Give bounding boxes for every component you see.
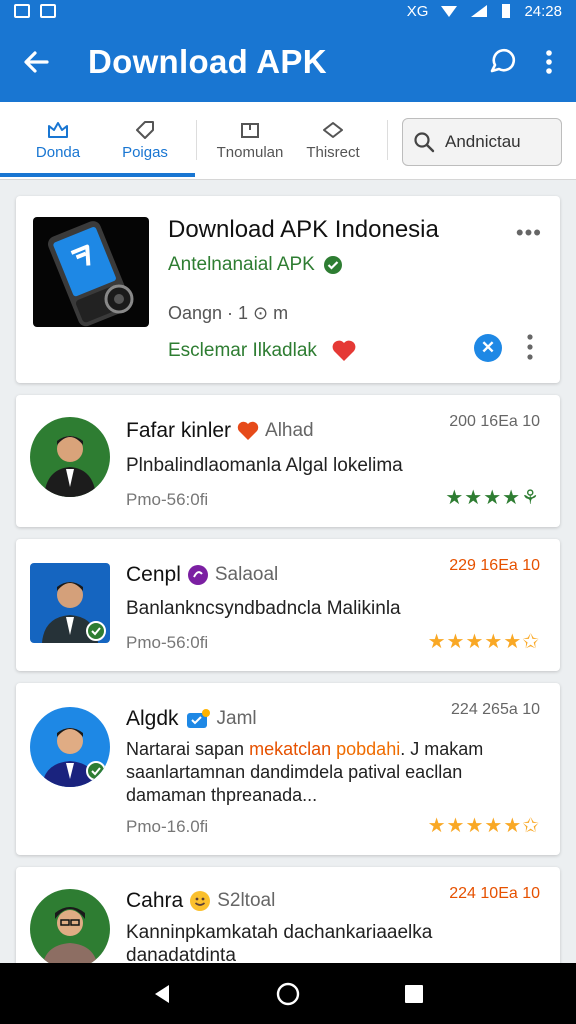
app-icon	[33, 217, 149, 327]
tab-label: Donda	[35, 143, 81, 161]
reviewer-name: Algdk Jaml	[126, 707, 257, 731]
tab-thisrect[interactable]: Thisrect	[298, 102, 368, 178]
close-icon[interactable]: ✕	[474, 334, 502, 362]
review-date: 224 10Ea 10	[449, 885, 540, 902]
review-date: 224 265a 10	[451, 701, 540, 718]
notification-icon	[40, 4, 56, 18]
app-action[interactable]: Esclemar Ilkadlak	[168, 339, 357, 363]
star-rating: ★★★★⚘	[445, 487, 540, 509]
network-label: XG	[406, 2, 429, 20]
feedback-button[interactable]	[486, 47, 516, 77]
review-meta: Pmo-56:0fi	[126, 633, 209, 652]
avatar	[30, 563, 110, 643]
status-bar: XG 24:28	[0, 0, 576, 22]
heart-icon	[237, 421, 259, 440]
tab-donda[interactable]: Donda	[22, 102, 94, 178]
vertical-more-icon[interactable]	[526, 333, 534, 361]
app-developer-label: Antelnanaial APK	[168, 254, 315, 275]
review-card[interactable]: Cenpl Salaoal 229 16Ea 10 Banlankncsyndb…	[16, 539, 560, 671]
avatar	[30, 889, 110, 969]
reviewer-name: Fafar kinler Alhad	[126, 419, 314, 443]
phone-icon	[47, 221, 134, 327]
reviewer-name-label: Cenpl	[126, 563, 181, 586]
reviewer-tag: Salaoal	[214, 564, 279, 585]
tab-tnomulan[interactable]: Tnomulan	[214, 102, 286, 178]
search-button[interactable]: Andnictau	[402, 118, 562, 166]
notification-icon	[14, 4, 30, 18]
chat-badge-icon	[186, 709, 210, 728]
crown-icon	[48, 121, 68, 138]
home-nav-button[interactable]	[275, 981, 301, 1007]
app-developer: Antelnanaial APK	[168, 254, 343, 276]
back-nav-button[interactable]	[151, 982, 173, 1006]
page-title: Download APK	[88, 43, 327, 80]
reviewer-tag: Alhad	[265, 420, 314, 441]
smile-icon	[190, 891, 211, 911]
wifi-icon	[441, 6, 458, 17]
reviewer-tag: S2ltoal	[217, 890, 276, 911]
tab-divider	[387, 120, 388, 160]
tab-poigas[interactable]: Poigas	[110, 102, 180, 178]
system-navigation-bar	[0, 963, 576, 1024]
search-icon	[414, 132, 435, 153]
review-text-part: Nartarai sapan	[126, 739, 250, 759]
reviewer-name-label: Cahra	[126, 889, 184, 912]
reviewer-tag: Jaml	[216, 708, 257, 729]
review-text-line: damaman thpreanada...	[126, 785, 318, 805]
review-card[interactable]: Algdk Jaml 224 265a 10 Nartarai sapan me…	[16, 683, 560, 855]
review-text-line: Kanninpkamkatah dachankariaaelka	[126, 922, 433, 943]
heart-icon[interactable]	[331, 339, 357, 363]
person-avatar-icon	[42, 582, 106, 643]
review-card[interactable]: Cahra S2ltoal 224 10Ea 10 Kanninpkamkata…	[16, 867, 560, 977]
signal-icon	[471, 5, 488, 17]
person-avatar-icon	[44, 436, 96, 497]
review-text-line: saanlartamnan dandimdela patival eacllan	[126, 762, 463, 782]
folder-icon	[241, 122, 259, 138]
tab-label: Tnomulan	[216, 143, 284, 161]
badge-icon	[187, 565, 208, 585]
avatar	[30, 417, 110, 497]
tag-icon	[136, 120, 154, 139]
review-date: 229 16Ea 10	[449, 557, 540, 574]
reviewer-name: Cenpl Salaoal	[126, 563, 278, 587]
app-bar: Download APK	[0, 22, 576, 102]
app-card[interactable]: Download APK Indonesia Antelnanaial APK …	[16, 196, 560, 383]
review-text: Nartarai sapan mekatclan pobdahi. J maka…	[126, 738, 483, 807]
more-options-icon[interactable]: •••	[516, 220, 542, 246]
battery-icon	[502, 4, 511, 18]
tab-label: Poigas	[122, 143, 168, 161]
review-meta: Pmo-56:0fi	[126, 490, 209, 509]
review-text: Plnbalindlaomanla Algal lokelima	[126, 455, 403, 476]
person-avatar-icon	[42, 728, 106, 787]
review-text: Banlankncsyndbadncla Malikinla	[126, 598, 401, 619]
overflow-menu-button[interactable]	[544, 47, 554, 77]
avatar	[30, 707, 110, 787]
person-avatar-icon	[42, 907, 98, 969]
star-rating: ★★★★★✩	[427, 815, 540, 837]
verified-icon	[323, 256, 342, 274]
arrow-left-icon	[24, 51, 49, 73]
status-time: 24:28	[524, 2, 562, 20]
active-tab-indicator	[0, 173, 195, 177]
reviewer-name-label: Fafar kinler	[126, 419, 232, 442]
reviewer-name-label: Algdk	[126, 707, 179, 730]
review-meta: Pmo-16.0fi	[126, 817, 209, 836]
recents-nav-button[interactable]	[403, 983, 425, 1005]
app-meta: Oangn · 1 ⊙ m	[168, 303, 289, 323]
review-card[interactable]: Fafar kinler Alhad 200 16Ea 10 Plnbalind…	[16, 395, 560, 527]
back-button[interactable]	[0, 22, 72, 102]
review-text-part: . J makam	[400, 739, 484, 759]
search-label: Andnictau	[445, 132, 521, 151]
review-text-highlight: pobdahi	[336, 739, 401, 759]
reviewer-name: Cahra S2ltoal	[126, 889, 275, 913]
app-title: Download APK Indonesia	[168, 216, 439, 243]
app-action-label: Esclemar Ilkadlak	[168, 340, 317, 361]
star-rating: ★★★★★✩	[427, 631, 540, 653]
diamond-icon	[323, 121, 343, 138]
review-text-highlight: mekatclan	[249, 739, 332, 759]
tab-divider	[196, 120, 197, 160]
tab-label: Thisrect	[306, 143, 360, 161]
review-text: Kanninpkamkatah dachankariaaelka danadat…	[126, 921, 432, 967]
review-date: 200 16Ea 10	[449, 413, 540, 430]
